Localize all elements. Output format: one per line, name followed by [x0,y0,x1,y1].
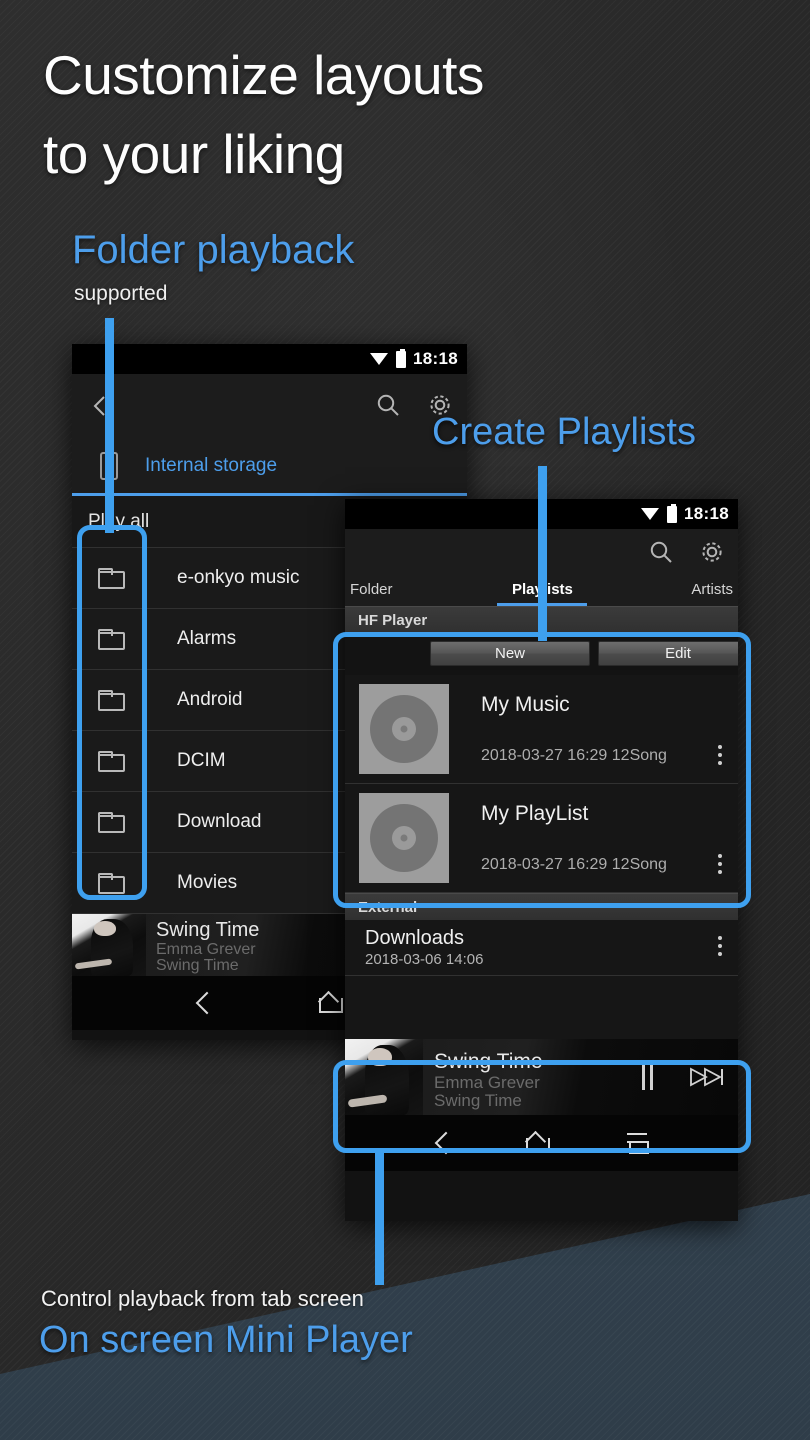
mini-player-album: Swing Time [434,1091,522,1110]
wifi-icon [641,507,660,521]
vinyl-album-art [359,684,449,774]
statusbar-clock: 18:18 [413,349,458,368]
nav-back-icon[interactable] [435,1131,450,1155]
mini-player-playlists[interactable]: Swing Time Emma Grever Swing Time [345,1039,738,1115]
playlist-name: My Music [481,693,570,716]
more-vertical-icon[interactable] [718,854,722,874]
folder-name: Download [177,811,262,832]
gear-icon[interactable] [698,538,726,566]
folder-icon [98,750,125,772]
section-header-label: External [358,898,418,916]
next-track-icon[interactable] [690,1067,734,1087]
vinyl-hole [400,834,408,842]
album-art-thumbnail [345,1039,423,1115]
folder-icon [98,628,125,650]
folder-name: DCIM [177,750,226,771]
headline-line-2: to your liking [43,123,345,186]
playlist-meta: 2018-03-27 16:29 12Song [481,856,667,873]
playlist-row[interactable]: My PlayList 2018-03-27 16:29 12Song [345,784,738,893]
feature-title-create-playlists: Create Playlists [432,411,696,453]
search-icon[interactable] [375,392,401,418]
external-row[interactable]: Downloads 2018-03-06 14:06 [345,920,738,976]
folder-icon [98,811,125,833]
vinyl-album-art [359,793,449,883]
nav-home-icon[interactable] [526,1133,550,1153]
album-art-face [94,921,117,937]
playlist-list: My Music 2018-03-27 16:29 12Song My PlayLi… [345,675,738,893]
search-icon[interactable] [648,539,674,565]
section-header-label: HF Player [358,611,428,629]
folder-name: Alarms [177,628,237,649]
more-vertical-icon[interactable] [718,936,722,956]
annotation-line-playlists [538,466,547,641]
external-text: Downloads 2018-03-06 14:06 [365,927,726,968]
page-headline: Customize layouts to your liking [43,36,484,194]
list-empty-space [345,976,738,1039]
wifi-icon [370,352,389,366]
mini-player-album: Swing Time [156,957,239,974]
folder-icon [98,872,125,894]
battery-icon [396,348,407,368]
mini-player-title: Swing Time [434,1050,543,1073]
playlist-name: My PlayList [481,802,589,825]
external-name: Downloads [365,927,464,949]
album-art-face [368,1048,392,1067]
album-art-thumbnail [72,914,146,976]
pause-icon[interactable] [642,1064,653,1090]
headline-line-1: Customize layouts [43,44,484,106]
folder-name: Movies [177,872,238,893]
mini-player-artist: Emma Grever [434,1073,540,1092]
more-vertical-icon[interactable] [718,745,722,765]
playlist-text: My PlayList 2018-03-27 16:29 12Song [481,802,726,874]
bottom-caption: Control playback from tab screen [41,1286,364,1311]
appbar-folder [72,374,467,438]
annotation-line-folder [105,318,114,533]
folder-name: Android [177,689,243,710]
battery-icon [667,503,678,523]
nav-back-icon[interactable] [196,991,211,1015]
playlist-row[interactable]: My Music 2018-03-27 16:29 12Song [345,675,738,784]
external-meta: 2018-03-06 14:06 [365,951,484,968]
new-playlist-button[interactable]: New [430,641,590,666]
edit-playlist-button[interactable]: Edit [598,641,738,666]
tab-artists[interactable]: Artists [691,581,733,598]
playlist-meta: 2018-03-27 16:29 12Song [481,747,667,764]
navbar-playlists [345,1115,738,1171]
statusbar-clock: 18:18 [684,504,729,523]
nav-home-icon[interactable] [319,993,343,1013]
storage-tab-row[interactable]: Internal storage [72,438,467,496]
playlist-text: My Music 2018-03-27 16:29 12Song [481,693,726,765]
bottom-feature-title: On screen Mini Player [39,1319,413,1361]
feature-title-folder-playback: Folder playback [72,228,355,272]
section-header-external: External [345,893,738,920]
annotation-line-mini-player [375,1150,384,1285]
mini-player-title: Swing Time [156,919,260,941]
storage-tab-label: Internal storage [145,455,278,476]
statusbar-folder: 18:18 [72,344,467,374]
nav-recents-icon[interactable] [626,1133,649,1154]
tab-folder[interactable]: Folder [350,581,393,598]
external-list: Downloads 2018-03-06 14:06 [345,920,738,976]
feature-subtitle-supported: supported [74,282,168,305]
play-all-label: Play all [88,510,150,532]
folder-icon [98,567,125,589]
folder-name: e-onkyo music [177,567,300,588]
vinyl-hole [400,725,408,733]
folder-icon [98,689,125,711]
